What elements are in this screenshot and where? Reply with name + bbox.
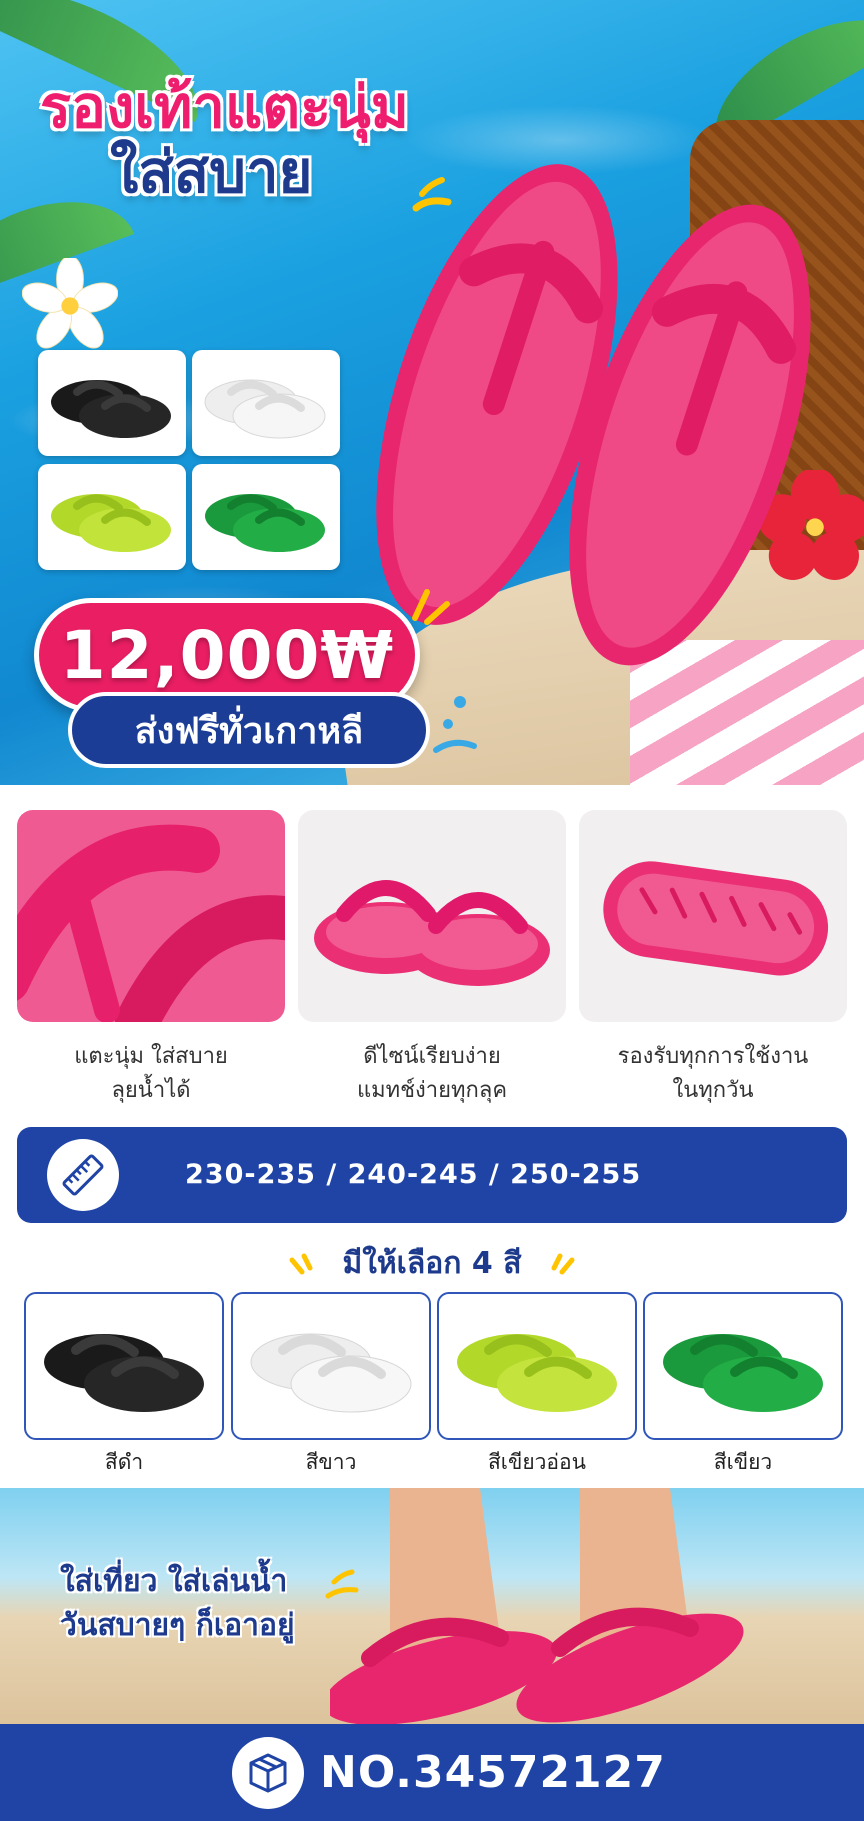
feature-image-sole [579, 810, 847, 1022]
feature-image-closeup [17, 810, 285, 1022]
colors-heading-text: มีให้เลือก 4 สี [342, 1246, 522, 1281]
price-text: 12,000₩ [59, 616, 395, 694]
lifestyle-caption: ใส่เที่ยว ใส่เล่นน้ำ วันสบายๆ ก็เอาอยู่ [60, 1560, 295, 1647]
feature-caption: ดีไซน์เรียบง่าย แมทช์ง่ายทุกลุค [298, 1040, 566, 1108]
feature-caption-line2: แมทช์ง่ายทุกลุค [356, 1078, 508, 1104]
thumbnail-green[interactable] [192, 464, 340, 570]
color-option-black[interactable] [24, 1292, 224, 1440]
feature-caption-line1: แตะนุ่ม ใส่สบาย [74, 1044, 228, 1069]
sandal-light-green-icon [51, 494, 171, 552]
feature-caption-line2: ลุยน้ำได้ [111, 1078, 191, 1104]
shipping-text: ส่งฟรีทั่วเกาหลี [134, 710, 364, 752]
lifestyle-caption-line2: วันสบายๆ ก็เอาอยู่ [60, 1607, 295, 1643]
sandal-white-icon [250, 1333, 412, 1413]
sparkle-icon [289, 1253, 313, 1274]
feet-wearing-sandals-image [330, 1488, 744, 1724]
color-label: สีดำ [104, 1450, 144, 1474]
sandal-black-icon [51, 380, 171, 438]
feature-caption-line1: ดีไซน์เรียบง่าย [363, 1044, 501, 1069]
color-option-green[interactable] [643, 1292, 843, 1440]
lifestyle-banner: ใส่เที่ยว ใส่เล่นน้ำ วันสบายๆ ก็เอาอยู่ [0, 1488, 864, 1724]
thumbnail-light-green[interactable] [38, 464, 186, 570]
sandal-black-icon [44, 1334, 204, 1412]
sandal-sole-icon [603, 861, 829, 976]
size-info-bar: 230-235 / 240-245 / 250-255 [17, 1127, 847, 1223]
thumbnail-black[interactable] [38, 350, 186, 456]
feature-image-design [298, 810, 566, 1022]
colors-heading: มีให้เลือก 4 สี [0, 1240, 864, 1287]
sparkle-icon [412, 589, 450, 625]
plumeria-flower-icon [22, 258, 118, 349]
feature-caption-line1: รองรับทุกการใช้งาน [617, 1044, 809, 1069]
free-shipping-badge: ส่งฟรีทั่วเกาหลี [68, 692, 430, 768]
sparkle-icon [551, 1253, 575, 1274]
product-code-footer: NO.34572127 [0, 1724, 864, 1821]
color-label: สีเขียวอ่อน [487, 1450, 587, 1474]
color-label: สีขาว [305, 1450, 357, 1474]
product-code: NO.34572127 [320, 1747, 666, 1798]
color-option-white[interactable] [231, 1292, 431, 1440]
feature-caption: แตะนุ่ม ใส่สบาย ลุยน้ำได้ [17, 1040, 285, 1108]
feature-caption: รองรับทุกการใช้งาน ในทุกวัน [579, 1040, 847, 1108]
sandal-green-icon [663, 1334, 823, 1412]
sandal-light-green-icon [457, 1334, 617, 1412]
ruler-icon [62, 1154, 104, 1196]
water-splash-icon [433, 696, 477, 753]
sparkle-icon [325, 1569, 359, 1599]
thumbnail-white[interactable] [192, 350, 340, 456]
box-icon-badge [232, 1737, 304, 1809]
box-icon [249, 1753, 287, 1793]
sandal-white-icon [204, 379, 326, 439]
color-option-light-green[interactable] [437, 1292, 637, 1440]
color-label: สีเขียว [713, 1450, 773, 1474]
color-thumbnail-grid [38, 350, 340, 572]
feature-caption-line2: ในทุกวัน [672, 1078, 754, 1104]
sandal-green-icon [205, 494, 325, 552]
ruler-icon-badge [47, 1139, 119, 1211]
pink-sandals-pair-icon [314, 880, 550, 986]
sandal-closeup-icon [17, 824, 285, 1022]
hero-banner: รองเท้าแตะนุ่ม ใส่สบาย 12,000₩ ส่งฟรีทั่… [0, 0, 864, 785]
size-range-text: 230-235 / 240-245 / 250-255 [185, 1159, 642, 1190]
lifestyle-caption-line1: ใส่เที่ยว ใส่เล่นน้ำ [60, 1564, 288, 1599]
